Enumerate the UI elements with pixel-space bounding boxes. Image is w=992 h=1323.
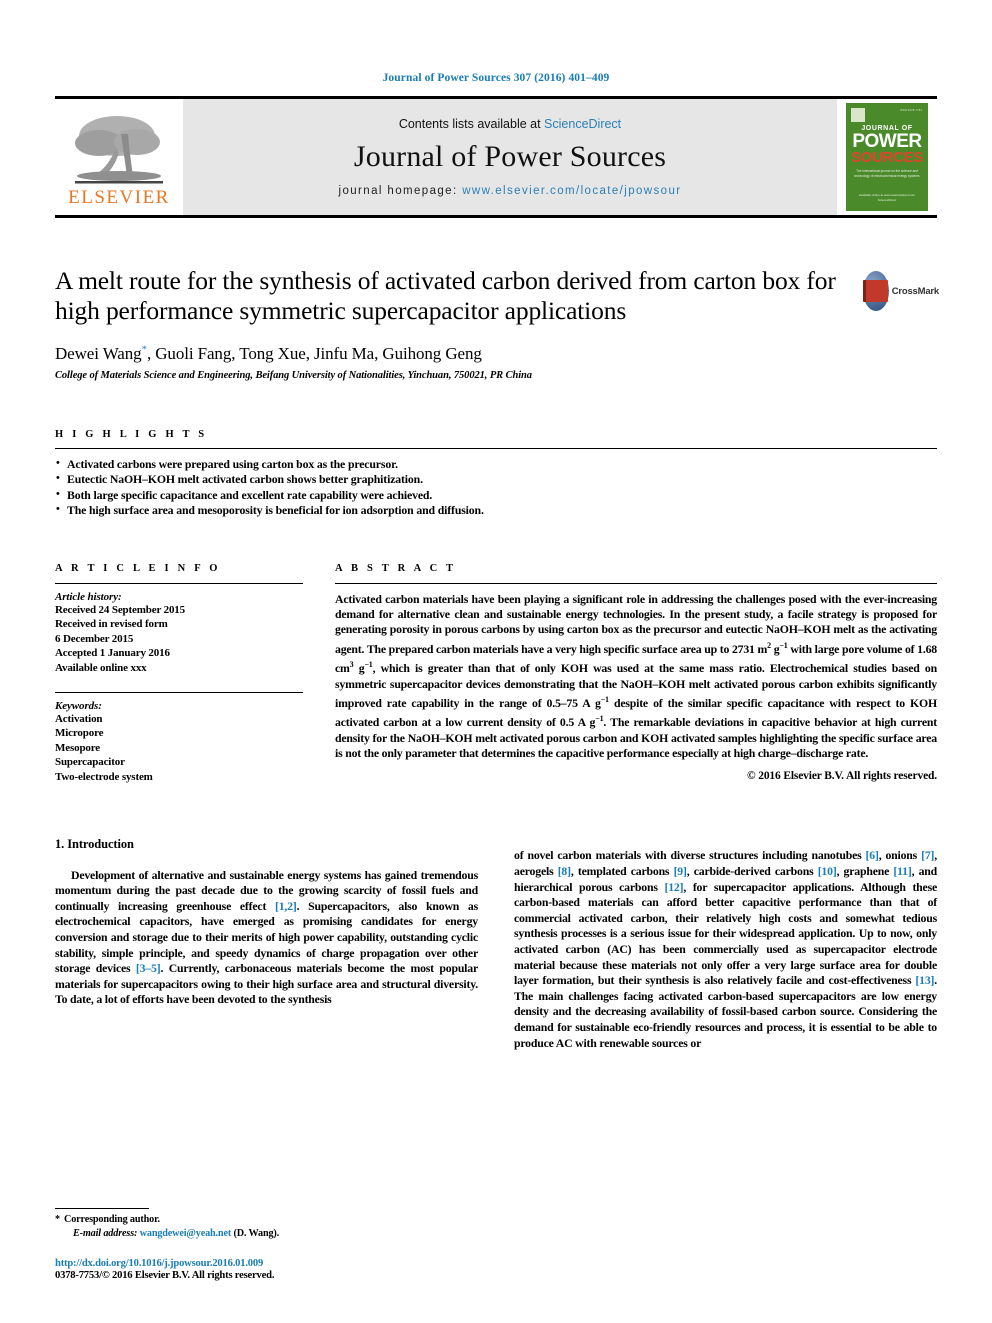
highlights-label: H I G H L I G H T S: [55, 428, 208, 440]
citation-ref[interactable]: [12]: [664, 880, 683, 894]
email-note: E-mail address: wangdewei@yeah.net (D. W…: [55, 1227, 475, 1240]
abstract-text: Activated carbon materials have been pla…: [335, 592, 937, 762]
article-info-divider: [55, 582, 303, 584]
footnote-divider: [55, 1208, 149, 1210]
article-first-page: Journal of Power Sources 307 (2016) 401–…: [0, 0, 992, 1323]
body-columns: 1. Introduction Development of alternati…: [55, 837, 937, 1063]
journal-masthead: ELSEVIER Contents lists available at Sci…: [55, 96, 937, 218]
elsevier-tree-icon: [71, 110, 167, 190]
cover-sources: SOURCES: [850, 149, 924, 166]
author-list: Dewei Wang*, Guoli Fang, Tong Xue, Jinfu…: [55, 343, 937, 364]
history-revised: Received in revised form: [55, 618, 168, 631]
highlights-divider: [55, 447, 937, 449]
highlights-list: Activated carbons were prepared using ca…: [55, 456, 937, 519]
history-accepted: Accepted 1 January 2016: [55, 647, 170, 660]
keyword-item: Activation: [55, 712, 103, 725]
citation-ref[interactable]: [10]: [818, 864, 837, 878]
publisher-logo: ELSEVIER: [55, 99, 183, 215]
homepage-link[interactable]: www.elsevier.com/locate/jpowsour: [462, 185, 681, 197]
abstract-divider: [335, 582, 937, 584]
keyword-item: Mesopore: [55, 741, 101, 754]
citation-ref[interactable]: [7]: [921, 848, 934, 862]
corresponding-author-text: Corresponding author.: [64, 1214, 160, 1226]
history-received: Received 24 September 2015: [55, 603, 186, 616]
sciencedirect-link[interactable]: ScienceDirect: [544, 117, 621, 131]
cover-logo-mark: [851, 108, 865, 122]
highlights-section: H I G H L I G H T S Activated carbons we…: [55, 429, 937, 519]
abstract-copyright: © 2016 Elsevier B.V. All rights reserved…: [747, 770, 937, 783]
cover-power: POWER: [852, 131, 922, 152]
article-info-section: A R T I C L E I N F O Article history: R…: [55, 563, 303, 785]
citation-ref[interactable]: [9]: [674, 864, 687, 878]
keyword-item: Micropore: [55, 727, 104, 740]
keyword-item: Two-electrode system: [55, 771, 153, 783]
journal-cover-thumb: ISSN 0378-7753 JOURNAL OF POWER SOURCES …: [837, 99, 937, 215]
issn-copyright-line: 0378-7753/© 2016 Elsevier B.V. All right…: [55, 1270, 275, 1281]
doi-link[interactable]: http://dx.doi.org/10.1016/j.jpowsour.201…: [55, 1258, 475, 1269]
journal-cover-image: ISSN 0378-7753 JOURNAL OF POWER SOURCES …: [846, 103, 928, 211]
citation-ref[interactable]: [1,2]: [275, 899, 297, 913]
abstract-sup-4: −1: [364, 660, 373, 670]
cover-footer: Available online at www.sciencedirect.co…: [858, 193, 916, 202]
citation-ref[interactable]: [8]: [558, 864, 571, 878]
intro-right-part-2: , onions: [878, 848, 922, 863]
journal-title: Journal of Power Sources: [353, 140, 667, 173]
intro-right-part-4: , templated carbons: [570, 863, 674, 878]
keywords-divider: [55, 691, 303, 693]
section-heading-introduction: 1. Introduction: [55, 836, 134, 851]
info-abstract-row: A R T I C L E I N F O Article history: R…: [55, 563, 937, 785]
citation-ref[interactable]: [3–5]: [136, 961, 161, 975]
crossmark-icon: [863, 271, 889, 311]
contents-prefix: Contents lists available at: [398, 117, 545, 131]
intro-right-part-8: , for supercapacitor applications. Altho…: [514, 879, 937, 988]
abstract-sup-2: −1: [779, 640, 788, 650]
list-item: Eutectic NaOH–KOH melt activated carbon …: [55, 471, 937, 488]
citation-ref[interactable]: [11]: [893, 864, 911, 878]
page-footnote: * Corresponding author. E-mail address: …: [55, 1208, 475, 1281]
citation-ref[interactable]: [6]: [866, 848, 879, 862]
author-names: Dewei Wang*, Guoli Fang, Tong Xue, Jinfu…: [55, 343, 482, 363]
masthead-center: Contents lists available at ScienceDirec…: [183, 99, 837, 215]
cover-subtitle: The international journal on the science…: [854, 169, 920, 178]
intro-right-part-5: , carbide-derived carbons: [686, 863, 818, 878]
list-item: The high surface area and mesoporosity i…: [55, 502, 937, 519]
publisher-name: ELSEVIER: [68, 186, 170, 208]
history-revised-date: 6 December 2015: [55, 632, 134, 645]
homepage-prefix: journal homepage:: [338, 185, 463, 197]
affiliation: College of Materials Science and Enginee…: [55, 369, 532, 381]
abstract-section: A B S T R A C T Activated carbon materia…: [335, 563, 937, 785]
keyword-item: Supercapacitor: [55, 756, 125, 769]
crossmark-label: CrossMark: [891, 285, 940, 297]
history-online: Available online xxx: [55, 662, 147, 675]
email-label: E-mail address:: [73, 1227, 138, 1239]
citation-ref[interactable]: [13]: [915, 973, 934, 987]
asterisk-icon: *: [55, 1214, 60, 1226]
contents-available-line: Contents lists available at ScienceDirec…: [399, 117, 621, 131]
title-block: A melt route for the synthesis of activa…: [55, 266, 939, 381]
list-item: Activated carbons were prepared using ca…: [55, 456, 937, 473]
email-link[interactable]: wangdewei@yeah.net: [140, 1228, 232, 1239]
intro-right-part-6: , graphene: [836, 863, 894, 878]
intro-paragraph-right: of novel carbon materials with diverse s…: [514, 848, 937, 1051]
crossmark-badge[interactable]: CrossMark: [863, 268, 939, 314]
article-info-label: A R T I C L E I N F O: [55, 562, 221, 574]
running-head: Journal of Power Sources 307 (2016) 401–…: [382, 72, 610, 84]
page-title: A melt route for the synthesis of activa…: [55, 266, 836, 325]
abstract-part-4: g: [353, 661, 365, 676]
abstract-sup-5: −1: [600, 694, 609, 704]
article-history-label: Article history:: [55, 590, 122, 603]
journal-homepage-line: journal homepage: www.elsevier.com/locat…: [339, 185, 682, 197]
cover-issn: ISSN 0378-7753: [900, 109, 922, 112]
body-column-right: of novel carbon materials with diverse s…: [514, 837, 937, 1063]
doi-block: http://dx.doi.org/10.1016/j.jpowsour.201…: [55, 1258, 475, 1281]
body-column-left: 1. Introduction Development of alternati…: [55, 837, 478, 1063]
keywords-label: Keywords:: [55, 699, 102, 712]
corresponding-author-marker: *: [141, 343, 148, 355]
abstract-label: A B S T R A C T: [335, 562, 457, 574]
list-item: Both large specific capacitance and exce…: [55, 487, 937, 504]
intro-paragraph-left: Development of alternative and sustainab…: [55, 868, 478, 1008]
corresponding-author-note: * Corresponding author.: [55, 1213, 475, 1226]
email-owner: (D. Wang).: [233, 1227, 280, 1239]
intro-right-part-1: of novel carbon materials with diverse s…: [514, 848, 866, 863]
